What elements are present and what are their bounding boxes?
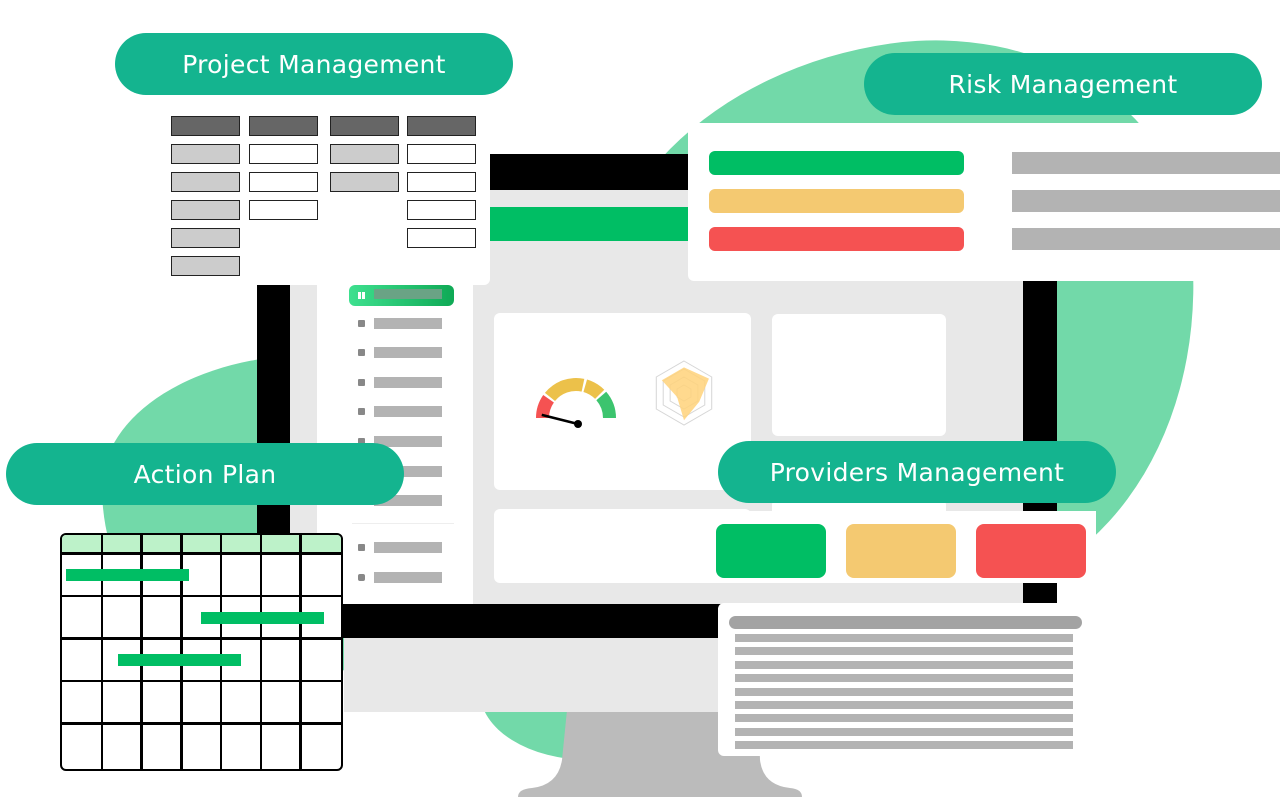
sidebar-item-label [374, 347, 442, 358]
board-card [171, 200, 240, 220]
action-plan-gantt [60, 533, 343, 771]
radar-area [661, 367, 709, 421]
provider-list-line [735, 701, 1073, 709]
project-management-label[interactable]: Project Management [115, 33, 513, 95]
board-card [407, 200, 476, 220]
sidebar-item-label [374, 377, 442, 388]
sidebar-item-label [374, 572, 442, 583]
gauge-segment [596, 391, 616, 418]
risk-level-bar-red [709, 227, 964, 251]
provider-list-line [735, 647, 1073, 656]
gantt-task-bar[interactable] [117, 654, 241, 666]
sidebar-divider [352, 523, 454, 524]
provider-list-line [735, 660, 1073, 669]
risk-level-bar-yellow [709, 189, 964, 213]
board-card [407, 228, 476, 248]
provider-list-line [735, 741, 1073, 750]
chart-icon [358, 320, 365, 327]
gantt-row-line [62, 552, 341, 555]
sidebar-item-label [374, 318, 442, 329]
risk-description-line [1012, 190, 1280, 212]
providers-management-label[interactable]: Providers Management [718, 441, 1116, 503]
provider-status-yellow[interactable] [846, 524, 956, 578]
gantt-task-bar[interactable] [65, 569, 190, 581]
sidebar-item-label [374, 289, 442, 299]
provider-status-green[interactable] [716, 524, 826, 578]
document-icon [358, 349, 365, 356]
board-card [171, 116, 240, 136]
gantt-task-bar[interactable] [201, 611, 325, 624]
gauge-chart [536, 378, 616, 428]
board-card [249, 172, 318, 192]
risk-level-bar-green [709, 151, 964, 175]
gauge-segment [544, 378, 585, 402]
gauge-radar-widget [494, 313, 751, 490]
provider-list-line [735, 674, 1073, 683]
board-card [249, 116, 318, 136]
board-card [330, 172, 399, 192]
risk-description-line [1012, 152, 1280, 174]
gantt-column-line [259, 535, 263, 769]
board-card [171, 228, 240, 248]
help-icon [358, 574, 365, 581]
board-card [249, 200, 318, 220]
sidebar-item-dashboard[interactable] [349, 285, 454, 306]
empty-widget-bottom [494, 509, 751, 583]
board-card [249, 144, 318, 164]
board-card [171, 144, 240, 164]
providers-list-header [729, 616, 1082, 629]
gauge-needle [541, 413, 579, 426]
board-card [330, 144, 399, 164]
gantt-row-line [62, 722, 341, 725]
gantt-column-line [299, 535, 302, 769]
empty-widget-top-right [772, 314, 946, 436]
risk-management-label[interactable]: Risk Management [864, 53, 1262, 115]
bag-icon [358, 408, 365, 415]
gantt-row-line [62, 637, 341, 640]
users-icon [358, 379, 365, 386]
board-card [407, 116, 476, 136]
board-card [407, 144, 476, 164]
board-card [171, 172, 240, 192]
gauge-hub [574, 420, 582, 428]
gauge-segment [583, 379, 605, 399]
radar-chart [655, 360, 713, 426]
logout-icon [358, 544, 365, 551]
dashboard-icon [358, 292, 365, 299]
sidebar-item-label [374, 406, 442, 417]
risk-description-line [1012, 228, 1280, 250]
board-card [407, 172, 476, 192]
gantt-column-line [219, 535, 223, 769]
provider-list-line [735, 687, 1073, 696]
risk-management-panel [688, 123, 1280, 281]
gantt-row-line [62, 594, 341, 597]
provider-status-red[interactable] [976, 524, 1086, 578]
provider-list-line [735, 714, 1073, 723]
gantt-row-line [62, 679, 341, 682]
provider-list-line [735, 634, 1073, 642]
sidebar-item-label [374, 542, 442, 553]
monitor-chin [344, 636, 744, 712]
board-card [171, 256, 240, 276]
project-management-panel [150, 95, 490, 285]
providers-list-panel [718, 603, 1086, 756]
provider-list-line [735, 727, 1073, 736]
action-plan-label[interactable]: Action Plan [6, 443, 404, 505]
board-card [330, 116, 399, 136]
